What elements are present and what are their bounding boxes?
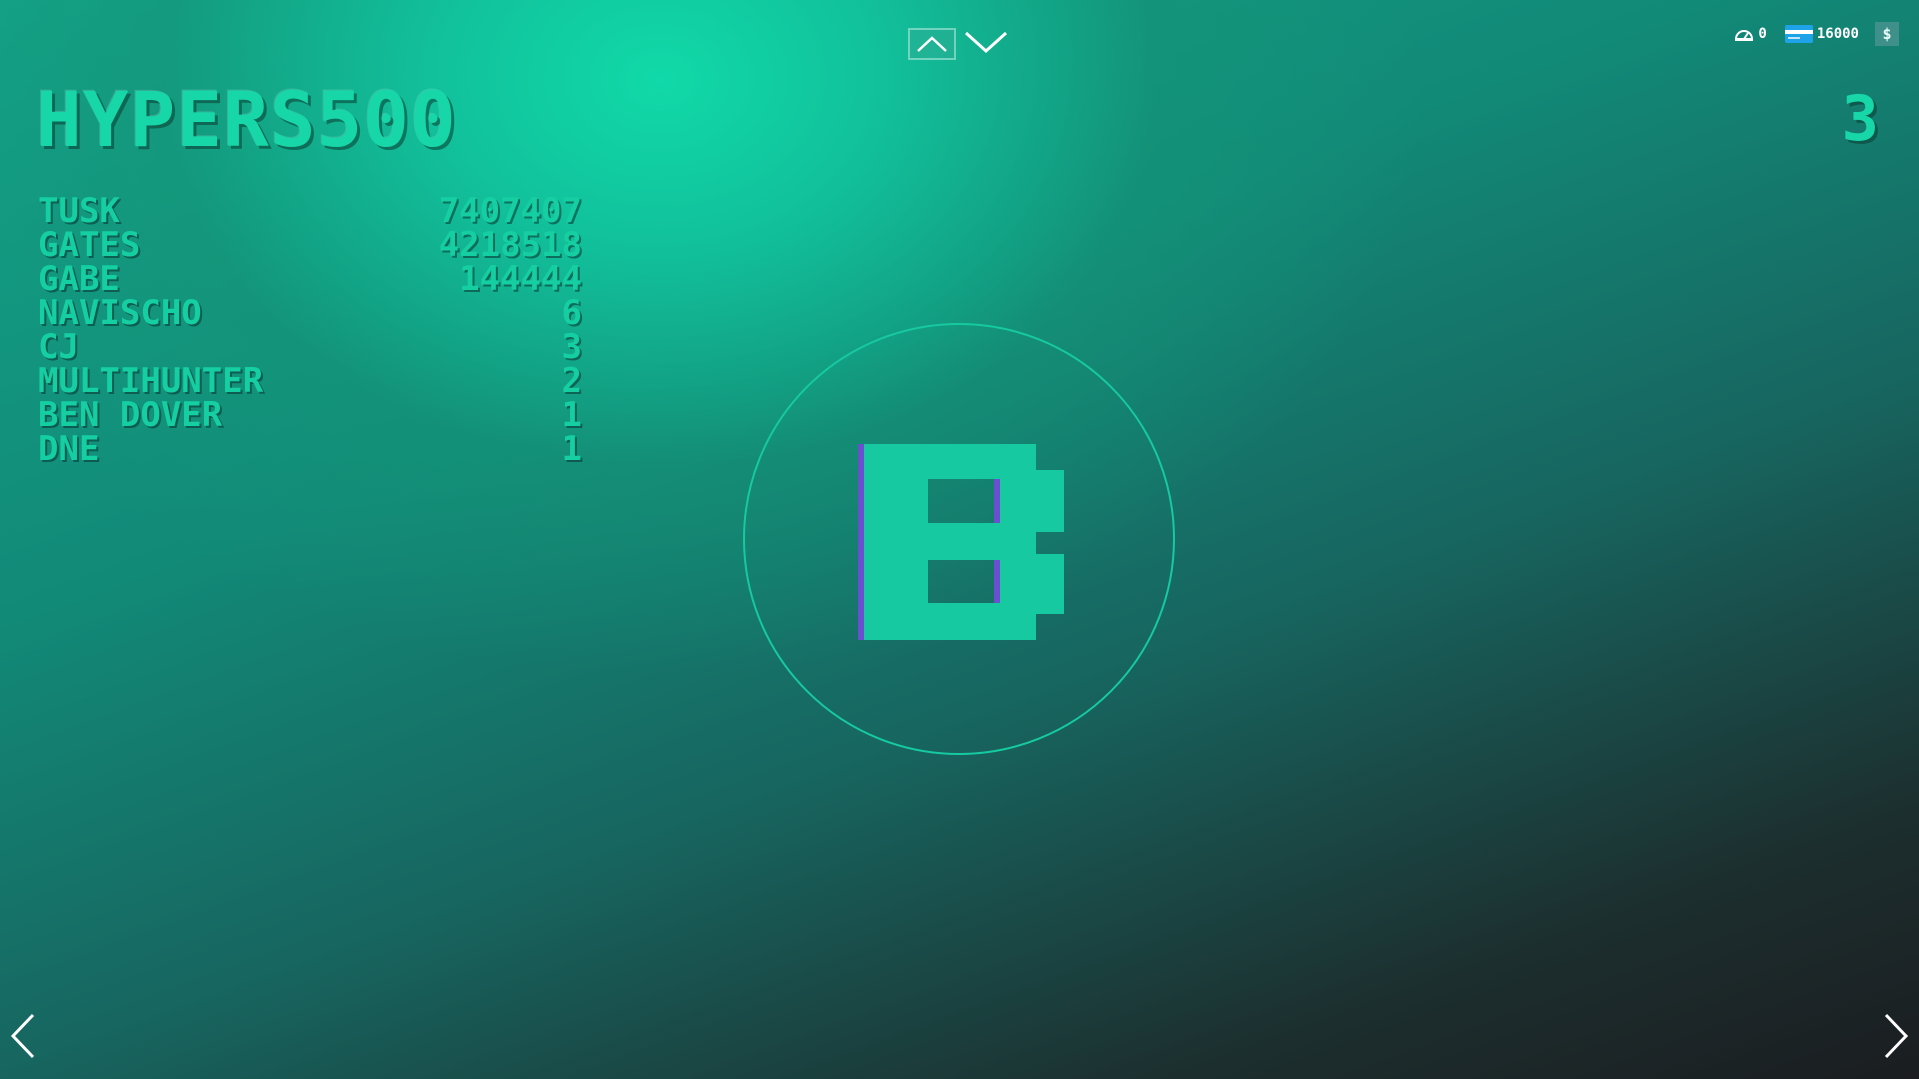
player-name: DNE	[38, 429, 100, 469]
player-score: 2	[561, 361, 582, 401]
game-title: HYPERS500	[36, 75, 457, 164]
status-bar: 0 16000 $	[1734, 22, 1899, 46]
player-score: 3	[561, 327, 582, 367]
player-name: GABE	[38, 259, 120, 299]
scroll-down-button[interactable]	[964, 30, 1008, 58]
player-score: 1	[561, 395, 582, 435]
chevron-right-icon	[1884, 1013, 1909, 1059]
currency-symbol: $	[1882, 25, 1892, 43]
chevron-down-icon	[964, 31, 1008, 54]
credit-card-icon	[1784, 25, 1813, 43]
player-name: GATES	[38, 225, 141, 265]
player-name: NAVISCHO	[38, 293, 202, 333]
odometer-icon	[1735, 30, 1754, 41]
leaderboard-row: BEN DOVER 1	[38, 398, 582, 432]
player-score: 6	[561, 293, 582, 333]
leaderboard-row: CJ 3	[38, 330, 582, 364]
leaderboard-row: MULTIHUNTER 2	[38, 364, 582, 398]
player-score: 4218518	[438, 225, 582, 265]
center-letter-b	[858, 442, 1066, 646]
chevron-left-icon	[10, 1013, 35, 1059]
leaderboard-row: GATES 4218518	[38, 228, 582, 262]
player-name: CJ	[38, 327, 79, 367]
leaderboard: TUSK 7407407 GATES 4218518 GABE 144444 N…	[38, 194, 582, 466]
letter-b-glyph	[858, 444, 1064, 640]
player-score: 1	[561, 429, 582, 469]
balance-count: 0	[1758, 26, 1767, 42]
credits-group: 16000	[1784, 25, 1859, 43]
chevron-up-icon	[917, 36, 947, 52]
next-button[interactable]	[1883, 1012, 1909, 1064]
player-name: MULTIHUNTER	[38, 361, 264, 401]
player-name: TUSK	[38, 191, 120, 231]
shop-button[interactable]: $	[1875, 22, 1899, 46]
page-switcher	[908, 28, 1008, 60]
previous-button[interactable]	[10, 1012, 36, 1064]
leaderboard-row: DNE 1	[38, 432, 582, 466]
player-score: 144444	[459, 259, 582, 299]
leaderboard-row: NAVISCHO 6	[38, 296, 582, 330]
player-name: BEN DOVER	[38, 395, 223, 435]
credits-amount: 16000	[1816, 26, 1859, 42]
leaderboard-row: TUSK 7407407	[38, 194, 582, 228]
leaderboard-row: GABE 144444	[38, 262, 582, 296]
player-score: 7407407	[438, 191, 582, 231]
scroll-up-button[interactable]	[908, 28, 956, 60]
round-counter: 3	[1841, 82, 1879, 155]
balance-group: 0	[1734, 26, 1767, 42]
